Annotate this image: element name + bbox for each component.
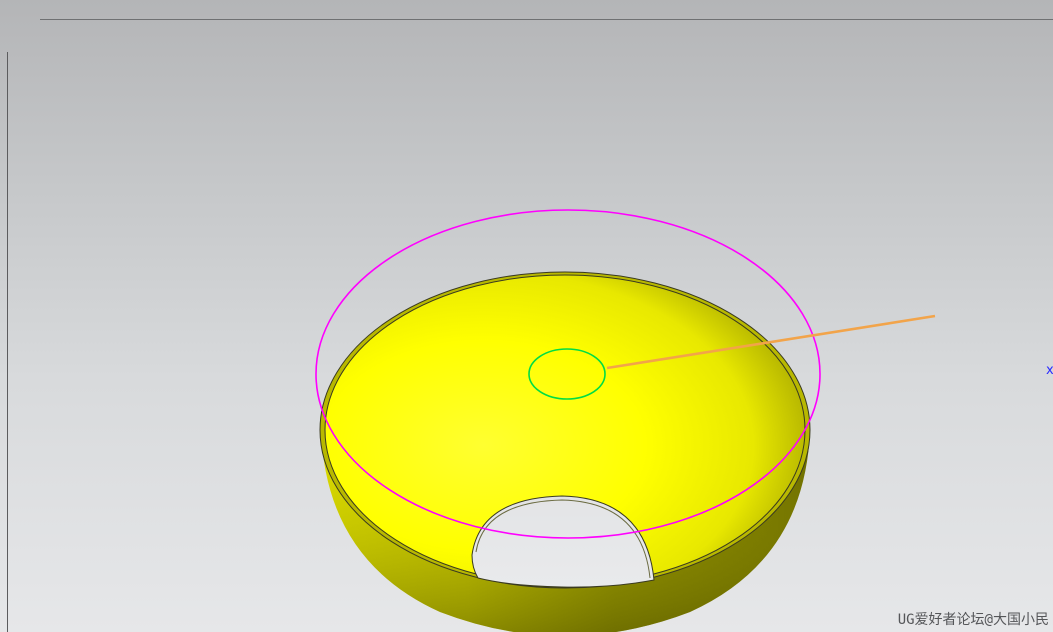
axis-x-marker: x <box>1046 363 1053 378</box>
graphics-viewport[interactable]: x UG爱好者论坛@大国小民 <box>0 0 1053 632</box>
cad-scene[interactable] <box>0 0 1053 632</box>
watermark-text: UG爱好者论坛@大国小民 <box>897 612 1049 628</box>
